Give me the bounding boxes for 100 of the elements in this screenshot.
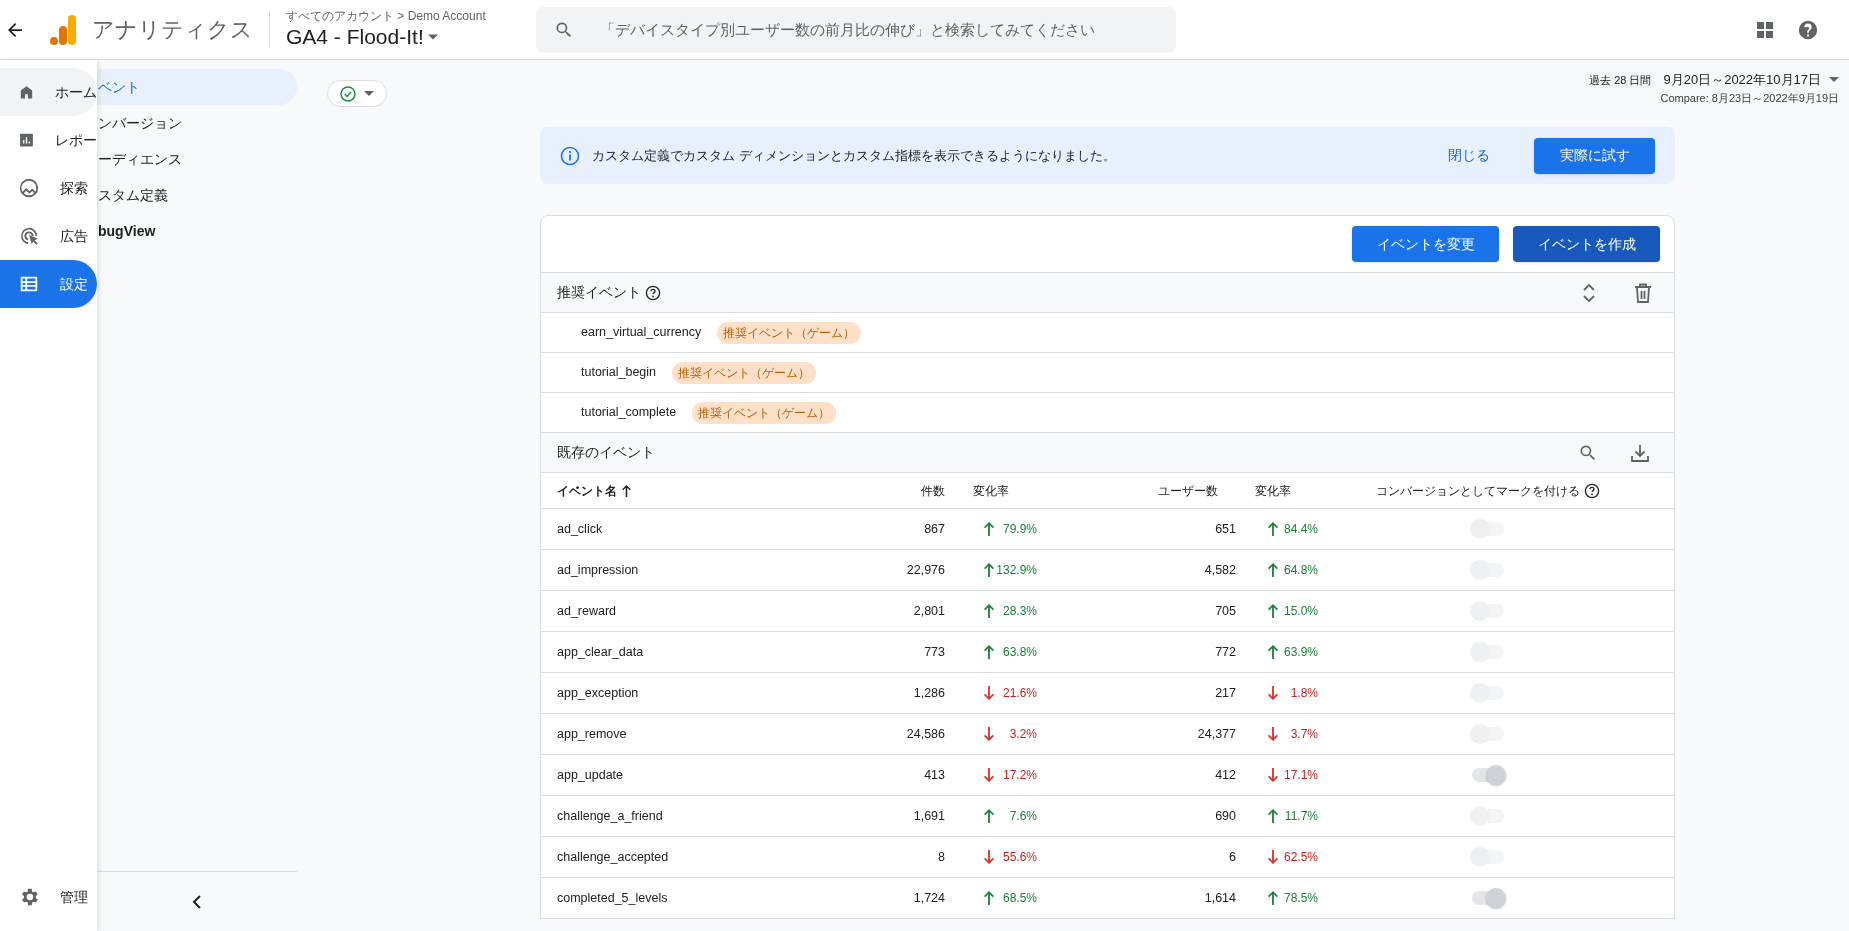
event-name: app_exception [557, 684, 640, 702]
section-title: 推奨イベント [557, 283, 641, 302]
column-header[interactable]: イベント名 [557, 481, 897, 500]
sub-nav-item[interactable]: ンバージョン [97, 105, 297, 141]
count-cell-text: 773 [923, 643, 945, 661]
change-rate: 79.9% [1002, 521, 1037, 538]
event-name: tutorial_begin [581, 364, 657, 382]
banner-message: カスタム定義でカスタム ディメンションとカスタム指標を表示できるようになりました。 [592, 146, 1116, 165]
download-icon[interactable] [1630, 442, 1650, 463]
info-icon [560, 145, 580, 166]
recommended-tag: 推奨イベント（ゲーム） [672, 361, 817, 384]
sub-nav-item[interactable]: bugView [97, 213, 297, 249]
count-cell-text: 8 [937, 848, 945, 866]
trash-icon[interactable] [1634, 282, 1652, 303]
users-cell-text: 705 [1214, 602, 1236, 620]
property-selector[interactable]: GA4 - Flood-It! [286, 23, 486, 51]
column-header[interactable]: ユーザー数 [1046, 481, 1236, 500]
change-rate: 15.0% [1283, 603, 1318, 620]
search-field[interactable]: 「デバイスタイプ別ユーザー数の前月比の伸び」と検索してみてください [535, 6, 1176, 53]
nav-item[interactable]: ホーム [0, 68, 97, 116]
sort-arrow-icon [621, 484, 632, 497]
users-cell-text: 1,614 [1203, 889, 1236, 907]
expand-collapse-icon[interactable] [1582, 282, 1596, 303]
change-rate: 17.1% [1283, 767, 1318, 784]
change-rate: 55.6% [1002, 849, 1037, 866]
count-cell-text: 1,691 [912, 807, 945, 825]
change-rate: 1.8% [1290, 685, 1318, 702]
sub-nav-item[interactable]: スタム定義 [97, 177, 297, 213]
sub-nav-item[interactable]: ーディエンス [97, 141, 297, 177]
change-rate: 7.6% [1009, 808, 1037, 825]
try-button[interactable]: 実際に試す [1534, 137, 1655, 174]
change-rate: 63.9% [1283, 644, 1318, 661]
column-header[interactable]: 変化率 [1236, 481, 1318, 500]
users-cell-text: 412 [1214, 766, 1236, 784]
count-cell-text: 1,724 [912, 889, 945, 907]
event-name: earn_virtual_currency [581, 324, 702, 342]
caret-icon [427, 34, 438, 40]
recommended-tag: 推奨イベント（ゲーム） [717, 321, 862, 344]
date-preset-label: 過去 28 日間 [1585, 71, 1656, 88]
section-title: 既存のイベント [557, 443, 655, 462]
conversion-toggle[interactable] [1470, 888, 1506, 908]
change-rate: 84.4% [1283, 521, 1318, 538]
event-name: ad_reward [557, 602, 618, 620]
users-cell-text: 690 [1214, 807, 1236, 825]
column-header: コンバージョンとしてマークを付ける [1376, 482, 1580, 500]
admin-nav-item[interactable]: 管理 [0, 875, 97, 919]
nav-item[interactable]: レポー [0, 116, 97, 164]
collapse-chevron-icon[interactable] [191, 893, 203, 910]
conversion-toggle[interactable] [1470, 765, 1506, 785]
product-name: アナリティクス [92, 16, 253, 44]
change-rate: 132.9% [996, 562, 1037, 579]
apps-grid-icon[interactable] [1757, 21, 1773, 38]
status-dropdown[interactable] [327, 80, 387, 107]
breadcrumb: すべてのアカウント > Demo Account [286, 8, 486, 24]
help-icon[interactable] [1797, 18, 1819, 41]
change-rate: 78.5% [1283, 890, 1318, 907]
help-icon[interactable] [1584, 482, 1600, 499]
event-name: ad_impression [557, 561, 640, 579]
users-cell-text: 772 [1214, 643, 1236, 661]
change-rate: 68.5% [1002, 890, 1037, 907]
users-cell-text: 4,582 [1203, 561, 1236, 579]
compare-range: Compare: 8月23日～2022年9月19日 [1660, 90, 1839, 106]
help-icon[interactable] [645, 284, 661, 301]
nav-item[interactable]: 探索 [0, 164, 97, 212]
dismiss-link[interactable]: 閉じる [1448, 145, 1490, 166]
column-header[interactable]: 変化率 [945, 481, 1046, 500]
count-cell-text: 2,801 [912, 602, 945, 620]
change-rate: 63.8% [1002, 644, 1037, 661]
users-cell-text: 24,377 [1196, 725, 1236, 743]
count-cell-text: 867 [923, 520, 945, 538]
event-name: app_clear_data [557, 643, 645, 661]
sub-nav-item[interactable]: ベント [97, 69, 297, 105]
event-name: completed_5_levels [557, 889, 669, 907]
change-rate: 3.2% [1009, 726, 1037, 743]
event-action-button[interactable]: イベントを変更 [1352, 226, 1499, 262]
change-rate: 3.7% [1290, 726, 1318, 743]
check-circle-icon [340, 85, 356, 102]
count-cell-text: 413 [923, 766, 945, 784]
event-name: tutorial_complete [581, 404, 677, 422]
count-cell-text: 24,586 [905, 725, 945, 743]
users-cell-text: 217 [1214, 684, 1236, 702]
column-header[interactable]: 件数 [897, 481, 945, 500]
change-rate: 11.7% [1284, 808, 1318, 825]
change-rate: 62.5% [1283, 849, 1318, 866]
logo-icon [50, 14, 76, 45]
event-name: challenge_a_friend [557, 807, 664, 825]
event-name: app_remove [557, 725, 628, 743]
users-cell-text: 651 [1214, 520, 1236, 538]
nav-item[interactable]: 設定 [0, 260, 97, 308]
event-name: ad_click [557, 520, 604, 538]
change-rate: 17.2% [1002, 767, 1037, 784]
event-name: challenge_accepted [557, 848, 670, 866]
caret-icon [1829, 77, 1839, 83]
change-rate: 21.6% [1002, 685, 1037, 702]
nav-item[interactable]: 広告 [0, 212, 97, 260]
date-range-selector[interactable]: 9月20日～2022年10月17日 [1663, 70, 1839, 90]
event-action-button[interactable]: イベントを作成 [1513, 226, 1660, 262]
change-rate: 28.3% [1002, 603, 1037, 620]
recommended-tag: 推奨イベント（ゲーム） [692, 401, 837, 424]
count-cell-text: 22,976 [905, 561, 945, 579]
